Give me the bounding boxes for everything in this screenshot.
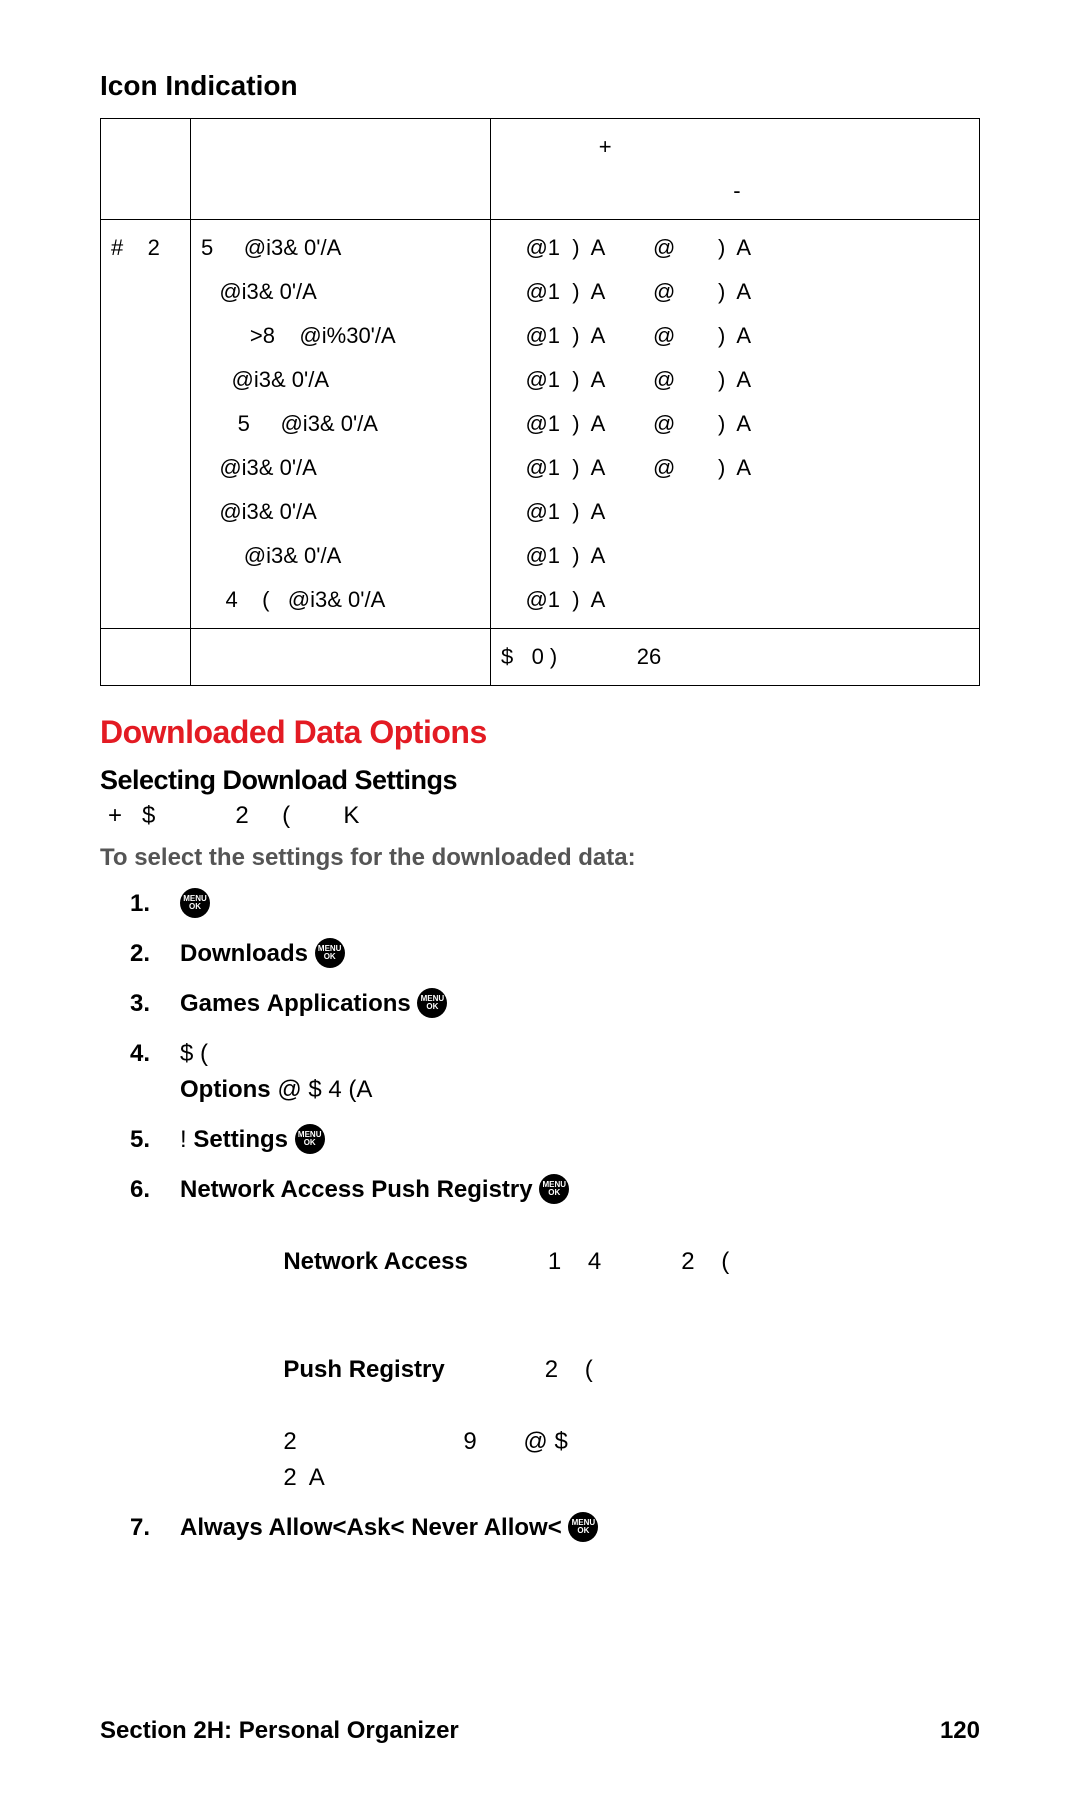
table-foot-row: $ 0 ) 26: [101, 629, 980, 686]
footer-section: Section 2H: Personal Organizer: [100, 1717, 459, 1745]
step-bold: Games: [180, 990, 260, 1017]
step-sub: Push Registry 2 (: [230, 1316, 980, 1424]
step-4: 4. $ ( Options @ $ 4 (A: [130, 1036, 980, 1108]
step-number: 2.: [130, 936, 150, 972]
heading-icon-indication: Icon Indication: [100, 70, 980, 102]
step-text: 2 (: [445, 1356, 593, 1383]
table-header-cell: [191, 119, 491, 220]
step-bold: Always Allow<Ask< Never Allow<: [180, 1514, 562, 1541]
step-3: 3. Games Applications MENU OK: [130, 986, 980, 1022]
step-1: 1. MENU OK: [130, 886, 980, 922]
step-number: 1.: [130, 886, 150, 922]
menu-ok-icon: MENU OK: [568, 1512, 598, 1542]
step-6: 6. Network Access Push Registry MENU OK …: [130, 1172, 980, 1496]
step-sub: 2 9 @ $: [230, 1424, 980, 1460]
step-text: $ (: [180, 1040, 208, 1067]
table-cell: @1 ) A @ ) A @1 ) A @ ) A @1 ) A @ ) A @…: [491, 220, 980, 629]
step-bold: Settings: [193, 1126, 288, 1153]
step-text: 1 4 2 (: [468, 1248, 729, 1275]
table-cell: $ 0 ) 26: [491, 629, 980, 686]
step-bold: Push Registry: [371, 1176, 532, 1203]
step-5: 5. ! Settings MENU OK: [130, 1122, 980, 1158]
steps-list: 1. MENU OK 2. Downloads MENU OK 3. Games…: [100, 886, 980, 1546]
step-bold: Push Registry: [283, 1356, 444, 1383]
menu-ok-icon: MENU OK: [180, 888, 210, 918]
step-bold: Network Access: [283, 1248, 468, 1275]
table-header-cell: [101, 119, 191, 220]
page-footer: Section 2H: Personal Organizer 120: [100, 1717, 980, 1745]
step-2: 2. Downloads MENU OK: [130, 936, 980, 972]
menu-ok-icon: MENU OK: [539, 1174, 569, 1204]
step-number: 6.: [130, 1172, 150, 1208]
step-text: @ $ 4 (A: [277, 1076, 372, 1103]
step-bold: Downloads: [180, 940, 308, 967]
table-body-row: # 2 5 @i3& 0'/A @i3& 0'/A >8 @i%30'/A @i…: [101, 220, 980, 629]
table-cell: [191, 629, 491, 686]
step-number: 5.: [130, 1122, 150, 1158]
step-sub: Network Access 1 4 2 (: [230, 1208, 980, 1316]
heading-downloaded-data-options: Downloaded Data Options: [100, 714, 980, 751]
table-header-row: + -: [101, 119, 980, 220]
settings-tag-line: + $ 2 ( K: [108, 802, 980, 830]
intro-text: To select the settings for the downloade…: [100, 844, 980, 872]
step-bold: Options: [180, 1076, 271, 1103]
menu-ok-icon: MENU OK: [315, 938, 345, 968]
step-number: 3.: [130, 986, 150, 1022]
table-cell: [101, 629, 191, 686]
menu-ok-icon: MENU OK: [295, 1124, 325, 1154]
step-text: !: [180, 1126, 193, 1153]
table-cell: 5 @i3& 0'/A @i3& 0'/A >8 @i%30'/A @i3& 0…: [191, 220, 491, 629]
step-7: 7. Always Allow<Ask< Never Allow< MENU O…: [130, 1510, 980, 1546]
step-sub: 2 A: [230, 1460, 980, 1496]
heading-selecting-download-settings: Selecting Download Settings: [100, 765, 980, 796]
step-number: 4.: [130, 1036, 150, 1072]
footer-page-number: 120: [940, 1717, 980, 1745]
icon-indication-table: + - # 2 5 @i3& 0'/A @i3& 0'/A >8 @i%30'/…: [100, 118, 980, 686]
table-cell: # 2: [101, 220, 191, 629]
table-header-cell: + -: [491, 119, 980, 220]
step-number: 7.: [130, 1510, 150, 1546]
step-bold: Network Access: [180, 1176, 365, 1203]
step-bold: Applications: [267, 990, 411, 1017]
menu-ok-icon: MENU OK: [417, 988, 447, 1018]
